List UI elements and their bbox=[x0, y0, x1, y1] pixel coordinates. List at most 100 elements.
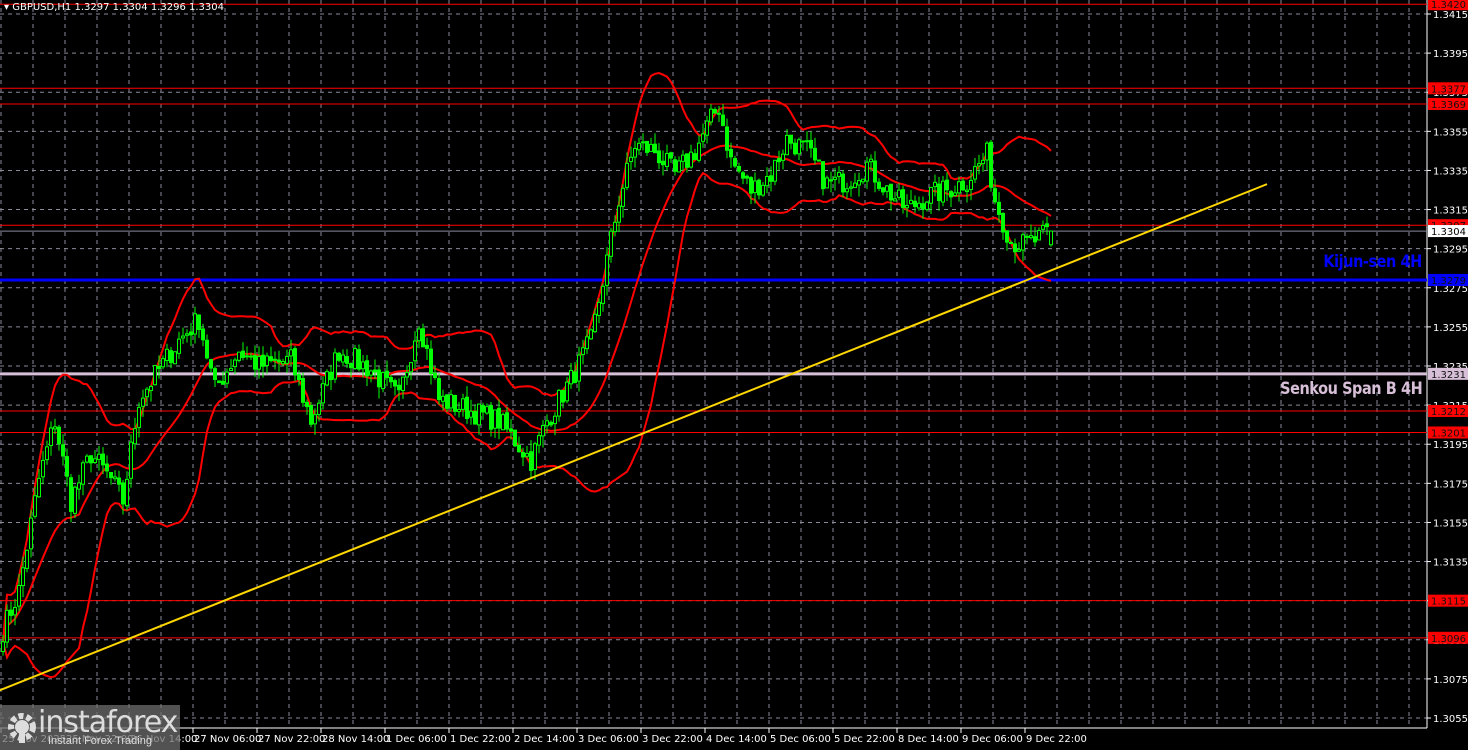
candle bbox=[821, 161, 825, 196]
candle-body bbox=[381, 372, 385, 390]
candle-body bbox=[777, 158, 781, 163]
candle bbox=[213, 366, 217, 388]
level-price-label: 1.3096 bbox=[1431, 634, 1466, 645]
candle bbox=[205, 334, 209, 360]
candle-body bbox=[701, 133, 705, 142]
candle-body bbox=[277, 359, 281, 363]
candle bbox=[449, 389, 453, 412]
candle-body bbox=[1041, 224, 1045, 230]
candle-body bbox=[153, 365, 157, 386]
candle-body bbox=[1013, 243, 1017, 253]
candle-body bbox=[745, 175, 749, 179]
candle-body bbox=[573, 371, 577, 384]
candle-body bbox=[625, 162, 629, 188]
candle bbox=[561, 389, 565, 409]
candle bbox=[765, 167, 769, 194]
candle-body bbox=[425, 344, 429, 349]
candle-body bbox=[609, 230, 613, 257]
candle bbox=[381, 371, 385, 393]
candle bbox=[437, 373, 441, 405]
candle bbox=[629, 146, 633, 170]
candle-body bbox=[829, 179, 833, 182]
menu-triangle-icon[interactable]: ▾ bbox=[4, 2, 9, 13]
candle-body bbox=[877, 181, 881, 189]
level-price-label: 1.3420 bbox=[1431, 0, 1466, 11]
candle-body bbox=[209, 359, 213, 369]
candle-body bbox=[1045, 223, 1049, 228]
candle-body bbox=[205, 339, 209, 359]
candle bbox=[781, 149, 785, 170]
candle-body bbox=[973, 166, 977, 180]
candle bbox=[133, 417, 137, 450]
candle bbox=[637, 137, 641, 155]
candle-body bbox=[461, 398, 465, 410]
candle bbox=[65, 448, 69, 487]
x-tick-label: 1 Dec 22:00 bbox=[450, 734, 511, 745]
candle-body bbox=[549, 421, 553, 426]
candle-body bbox=[305, 401, 309, 408]
candle-body bbox=[189, 331, 193, 336]
candle-body bbox=[509, 428, 513, 432]
kijun-annotation: Kijun-sen 4H bbox=[1323, 252, 1423, 272]
candle-body bbox=[825, 177, 829, 189]
candle-body bbox=[45, 446, 49, 461]
candle bbox=[805, 131, 809, 152]
candle-body bbox=[1029, 235, 1033, 239]
candle bbox=[709, 104, 713, 126]
candle-body bbox=[913, 200, 917, 207]
candle-body bbox=[321, 383, 325, 404]
candle-body bbox=[169, 350, 173, 364]
candle-body bbox=[237, 351, 241, 361]
candle bbox=[857, 172, 861, 197]
candle bbox=[153, 364, 157, 386]
candle-body bbox=[957, 181, 961, 194]
candle-body bbox=[393, 380, 397, 387]
candle-body bbox=[681, 154, 685, 162]
candle-body bbox=[157, 365, 161, 370]
candle bbox=[841, 169, 845, 198]
candle-body bbox=[369, 370, 373, 376]
candle bbox=[921, 196, 925, 219]
candle bbox=[681, 150, 685, 171]
candle bbox=[209, 358, 213, 373]
candle bbox=[785, 129, 789, 156]
candle bbox=[925, 200, 929, 212]
candle bbox=[873, 151, 877, 193]
candle-body bbox=[245, 355, 249, 358]
candle bbox=[225, 368, 229, 388]
candle bbox=[93, 449, 97, 464]
level-price-label: 1.3377 bbox=[1431, 84, 1466, 95]
x-tick-label: 8 Dec 14:00 bbox=[898, 734, 959, 745]
candle-body bbox=[429, 348, 433, 374]
candle bbox=[417, 326, 421, 349]
candle bbox=[989, 139, 993, 192]
candle-body bbox=[597, 301, 601, 316]
candle-body bbox=[693, 153, 697, 160]
candle-body bbox=[733, 158, 737, 167]
candle-body bbox=[181, 335, 185, 339]
candle bbox=[365, 355, 369, 386]
x-tick-label: 5 Dec 22:00 bbox=[834, 734, 895, 745]
candle bbox=[453, 394, 457, 416]
candle-body bbox=[41, 459, 45, 478]
candle bbox=[49, 421, 53, 456]
candle bbox=[621, 184, 625, 218]
candle bbox=[697, 135, 701, 163]
candle bbox=[105, 455, 109, 478]
candle-body bbox=[161, 358, 165, 368]
candle-body bbox=[65, 456, 69, 477]
candle bbox=[325, 369, 329, 387]
candle-body bbox=[993, 188, 997, 203]
candle bbox=[265, 352, 269, 374]
candle bbox=[537, 431, 541, 454]
senkou-annotation: Senkou Span B 4H bbox=[1279, 379, 1423, 399]
candle bbox=[197, 314, 201, 339]
watermark-tagline: Instant Forex Trading bbox=[48, 735, 152, 747]
y-tick-label: 1.3075 bbox=[1433, 675, 1468, 686]
candle bbox=[961, 178, 965, 191]
candle-body bbox=[565, 381, 569, 402]
candle-body bbox=[213, 368, 217, 381]
candle bbox=[161, 355, 165, 370]
candle bbox=[741, 170, 745, 185]
candle-body bbox=[921, 203, 925, 210]
